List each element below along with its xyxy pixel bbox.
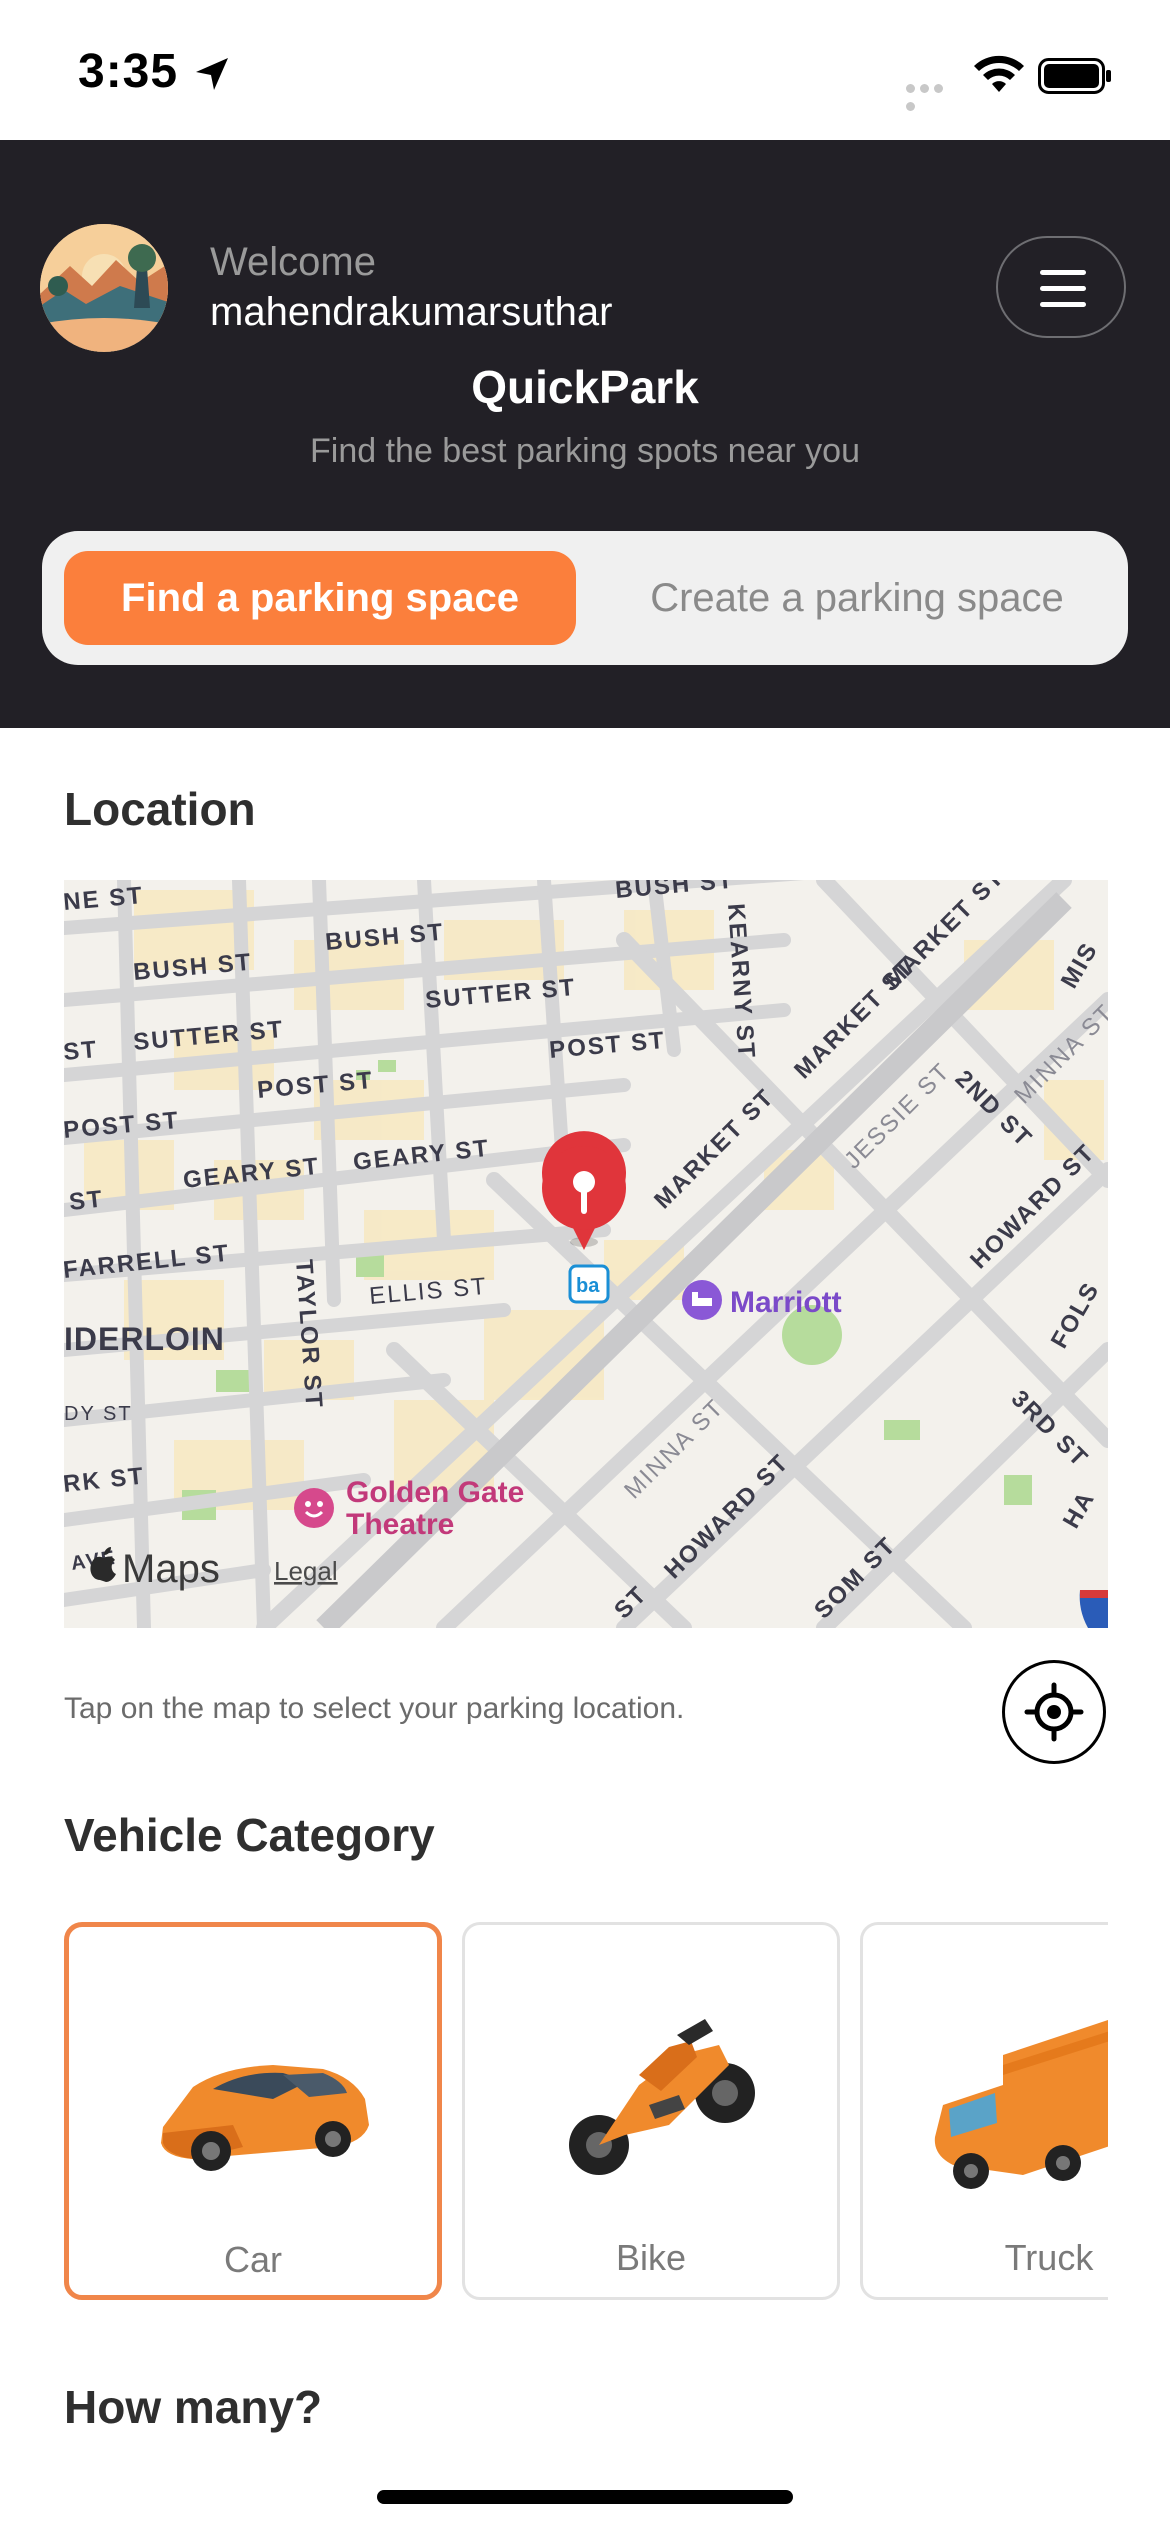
map-canvas[interactable]: BUSH ST BUSH ST BUSH ST NE ST SUTTER ST … [64,880,1108,1628]
how-many-title: How many? [64,2381,323,2433]
app-subtitle: Find the best parking spots near you [310,432,860,470]
location-arrow-icon [196,58,228,90]
maps-wordmark: Maps [122,1547,220,1591]
transit-station-icon[interactable]: ba [568,1264,610,1304]
svg-text:ba: ba [576,1275,600,1297]
vehicle-label: Truck [1004,2237,1094,2278]
cellular-signal-icon [906,80,960,111]
avatar[interactable] [40,224,168,352]
avatar-landscape-icon [40,224,168,352]
vehicle-card-truck[interactable]: Truck [860,1922,1108,2300]
street-label: DY ST [64,1403,133,1425]
vehicle-card-bike[interactable]: Bike [462,1922,840,2300]
home-indicator[interactable] [377,2490,793,2504]
street-label: ST [68,1185,105,1215]
map-view[interactable]: BUSH ST BUSH ST BUSH ST NE ST SUTTER ST … [64,880,1108,1628]
street-label: ST [64,1036,99,1066]
poi-label: Marriott [730,1286,842,1319]
motorcycle-icon [569,2019,755,2175]
neighborhood-label: IDERLOIN [64,1321,225,1357]
current-location-button[interactable] [1002,1660,1106,1764]
map-hint: Tap on the map to select your parking lo… [64,1692,685,1725]
tab-create-parking[interactable]: Create a parking space [602,551,1112,645]
status-time: 3:35 [78,45,179,98]
menu-button[interactable] [996,236,1126,338]
vehicle-label: Car [223,2239,282,2280]
vehicle-category-title: Vehicle Category [64,1809,435,1861]
location-title: Location [64,783,256,835]
poi-label: Golden Gate [346,1476,524,1509]
car-icon [161,2065,369,2171]
vehicle-label: Bike [615,2237,687,2278]
app-title: QuickPark [471,361,699,413]
crosshair-icon [1024,1682,1084,1742]
poi-label: Theatre [346,1508,454,1541]
poi-marriott[interactable]: Marriott [682,1280,842,1320]
legal-link[interactable]: Legal [274,1556,338,1586]
username: mahendrakumarsuthar [210,290,613,334]
mode-segmented-control: Find a parking space Create a parking sp… [42,531,1128,665]
tab-find-parking[interactable]: Find a parking space [64,551,576,645]
wifi-icon [974,55,1024,92]
truck-icon [934,2020,1108,2189]
battery-icon [1038,58,1111,94]
app-header: Welcome mahendrakumarsuthar QuickPark Fi… [0,140,1170,728]
welcome-label: Welcome [210,240,376,284]
status-bar: 3:35 [0,0,1170,140]
vehicle-card-car[interactable]: Car [64,1922,442,2300]
vehicle-category-list[interactable]: Car Bike Truck [64,1922,1108,2300]
